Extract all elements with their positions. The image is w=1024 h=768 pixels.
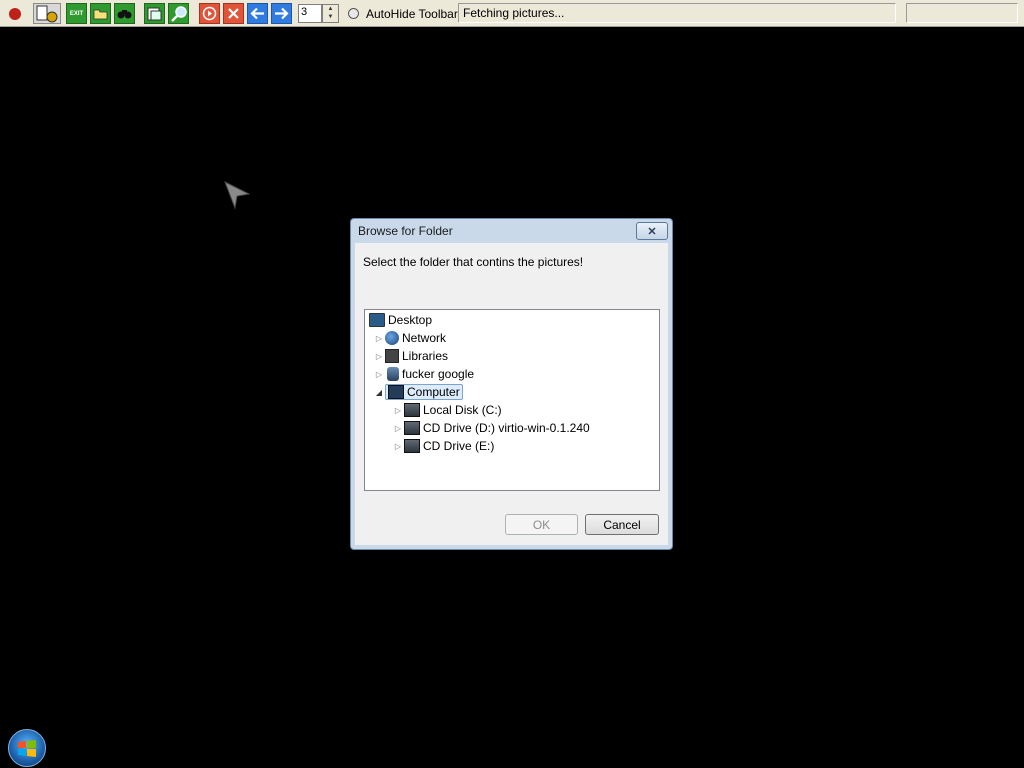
toolbar: EXIT 3 ▲ ▼ AutoHide Toolbar Fetching pic… [0, 0, 1024, 27]
tree-item-label: Network [402, 331, 447, 345]
expand-arrow-icon[interactable]: ▷ [392, 424, 404, 433]
open-folder-icon [93, 9, 108, 20]
settings-button[interactable] [33, 3, 61, 24]
exit-button[interactable]: EXIT [66, 3, 87, 24]
tree-item-label: Local Disk (C:) [423, 403, 502, 417]
local-disk-icon [404, 403, 420, 417]
tree-item-cd-drive-d[interactable]: ▷ CD Drive (D:) virtio-win-0.1.240 [392, 419, 590, 437]
forward-button[interactable] [271, 3, 292, 24]
stepper-down-icon[interactable]: ▼ [323, 13, 338, 21]
cd-drive-icon [404, 421, 420, 435]
dialog-body: Select the folder that contins the pictu… [355, 243, 668, 545]
network-icon [385, 331, 399, 345]
tree-item-local-disk[interactable]: ▷ Local Disk (C:) [392, 401, 502, 419]
cancel-button[interactable]: Cancel [585, 514, 659, 535]
exit-icon: EXIT [69, 10, 84, 17]
tree-item-label: Libraries [402, 349, 449, 363]
tree-item-computer[interactable]: ◢ Computer [373, 383, 463, 401]
forward-arrow-icon [275, 7, 289, 20]
status-panel [906, 3, 1018, 23]
collapse-arrow-icon[interactable]: ◢ [373, 388, 385, 397]
stepper-up-icon[interactable]: ▲ [323, 5, 338, 13]
browse-folder-dialog: Browse for Folder ✕ Select the folder th… [350, 218, 673, 550]
cursor-icon [224, 180, 251, 210]
cd-drive-icon [404, 439, 420, 453]
expand-arrow-icon[interactable]: ▷ [392, 442, 404, 451]
binoculars-button[interactable] [114, 3, 135, 24]
binoculars-icon [117, 10, 132, 19]
image-icon [147, 7, 162, 20]
dialog-prompt: Select the folder that contins the pictu… [363, 255, 584, 269]
close-icon: ✕ [647, 225, 657, 238]
stop-icon [8, 7, 21, 20]
autohide-label: AutoHide Toolbar [366, 7, 458, 21]
count-stepper[interactable]: ▲ ▼ [322, 4, 339, 23]
image-button[interactable] [144, 3, 165, 24]
folder-tree[interactable]: Desktop ▷ Network ▷ Libraries ▷ fucker g… [364, 309, 660, 491]
tree-item-label: CD Drive (D:) virtio-win-0.1.240 [423, 421, 590, 435]
close-icon [228, 8, 239, 19]
back-button[interactable] [247, 3, 268, 24]
tree-item-desktop[interactable]: Desktop [369, 311, 432, 329]
tree-item-cd-drive-e[interactable]: ▷ CD Drive (E:) [392, 437, 494, 455]
zoom-button[interactable] [168, 3, 189, 24]
start-button[interactable] [8, 729, 46, 767]
expand-arrow-icon[interactable]: ▷ [373, 370, 385, 379]
expand-arrow-icon[interactable]: ▷ [392, 406, 404, 415]
play-button[interactable] [199, 3, 220, 24]
tree-item-label: fucker google [402, 367, 475, 381]
ok-button[interactable]: OK [505, 514, 578, 535]
open-folder-button[interactable] [90, 3, 111, 24]
tree-item-user-folder[interactable]: ▷ fucker google [373, 365, 474, 383]
play-icon [202, 6, 217, 21]
tree-item-label: Computer [407, 385, 460, 399]
dialog-close-button[interactable]: ✕ [636, 222, 668, 240]
close-toolbar-button[interactable] [223, 3, 244, 24]
tree-item-libraries[interactable]: ▷ Libraries [373, 347, 448, 365]
tree-item-label: Desktop [388, 313, 433, 327]
user-folder-icon [387, 367, 399, 381]
back-arrow-icon [250, 7, 264, 20]
tree-item-network[interactable]: ▷ Network [373, 329, 446, 347]
libraries-icon [385, 349, 399, 363]
expand-arrow-icon[interactable]: ▷ [373, 352, 385, 361]
dialog-title: Browse for Folder [358, 224, 453, 238]
settings-icon [36, 5, 58, 22]
windows-logo-icon [18, 740, 36, 757]
zoom-icon [170, 5, 187, 22]
expand-arrow-icon[interactable]: ▷ [373, 334, 385, 343]
status-bar: Fetching pictures... [458, 3, 896, 23]
computer-icon [388, 385, 404, 399]
selected-highlight: Computer [385, 384, 463, 400]
desktop-icon [369, 313, 385, 327]
stop-button[interactable] [4, 3, 25, 24]
autohide-radio[interactable] [348, 8, 359, 19]
count-input[interactable]: 3 [298, 4, 322, 23]
tree-item-label: CD Drive (E:) [423, 439, 495, 453]
